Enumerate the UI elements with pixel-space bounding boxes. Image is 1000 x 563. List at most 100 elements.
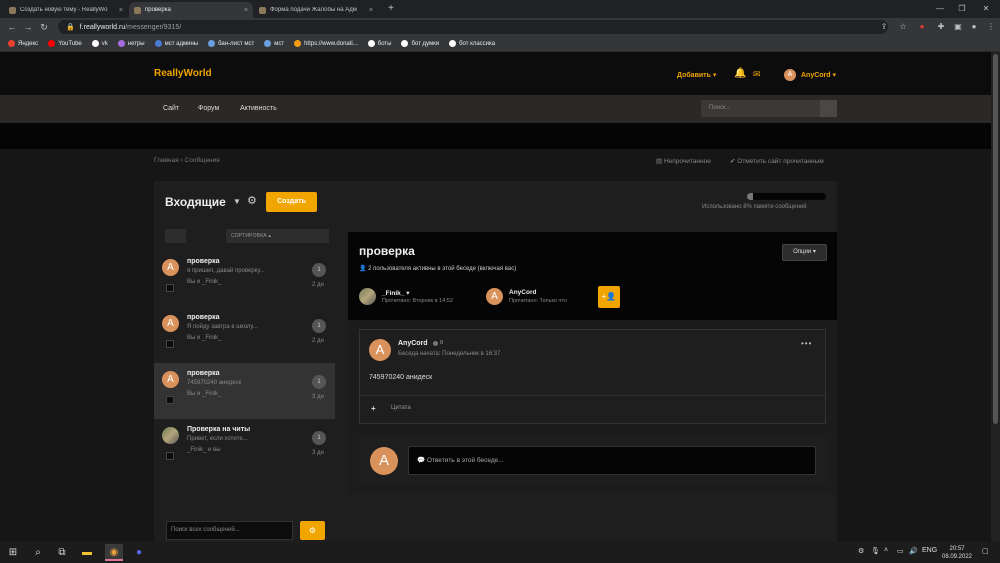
discord-icon[interactable]: ● (130, 544, 148, 561)
clock-time: 20:57 (949, 546, 965, 552)
bookmark-item[interactable]: Яндекс (8, 40, 38, 47)
search-icon[interactable]: ⌕ (29, 544, 47, 561)
unread-link[interactable]: ▤ Непрочитанное (656, 157, 711, 165)
reply-input[interactable]: 💬 Ответить в этой беседе... (408, 446, 816, 475)
address-bar[interactable]: 🔒 f.reallyworld.ru/messenger/9315/ (58, 20, 888, 34)
nav-forum[interactable]: Форум (198, 105, 219, 112)
browser-tab-3[interactable]: Форма подачи Жалобы на Адм × (254, 2, 378, 18)
mail-icon[interactable]: ✉ (753, 69, 761, 80)
user-menu[interactable]: AnyCord ▾ (801, 71, 836, 79)
conversation-item[interactable]: A проверка Я пойду завтра в школу... Вы … (154, 307, 335, 363)
plus-icon[interactable]: + (371, 404, 376, 413)
select-all-checkbox[interactable] (165, 229, 186, 243)
conversation-age: 3 дн (312, 450, 324, 456)
share-icon[interactable]: ⇪ (878, 21, 890, 33)
site-search-input[interactable]: Поиск... (701, 100, 837, 117)
participant-name[interactable]: AnyCord (509, 289, 536, 296)
bookmark-item[interactable]: нетры (117, 40, 145, 47)
bookmark-item[interactable]: мст (264, 40, 284, 47)
forward-icon[interactable]: → (22, 21, 34, 33)
nav-activity[interactable]: Активность (240, 105, 277, 112)
clock[interactable]: 20:57 08.09.2022 (940, 545, 974, 561)
microphone-icon[interactable]: 🎙 (871, 547, 880, 555)
online-indicator-icon (433, 341, 438, 346)
bell-icon[interactable]: 🔔 (734, 68, 746, 79)
chrome-icon[interactable]: ◉ (105, 544, 123, 561)
avatar[interactable]: A (784, 69, 796, 81)
windows-start-icon[interactable]: ⊞ (4, 544, 22, 561)
window-close-icon[interactable]: ✕ (976, 0, 996, 18)
search-messages-input[interactable]: Поиск всех сообщений... (166, 521, 293, 540)
message-author[interactable]: AnyCord (398, 340, 428, 347)
create-button[interactable]: Создать (266, 192, 317, 212)
memory-usage-label: Использовано 8% памяти сообщений (702, 204, 807, 210)
breadcrumb[interactable]: Главная › Сообщения (154, 157, 220, 164)
browser-tab-2[interactable]: проверка × (129, 2, 253, 18)
browser-tab-1[interactable]: Создать новую тему - ReallyWo × (4, 2, 128, 18)
mark-read-link[interactable]: ✔ Отметить сайт прочитанным (730, 157, 824, 165)
scrollbar-thumb[interactable] (993, 54, 998, 424)
conversation-item[interactable]: Проверка на читы Привет, если хотите... … (154, 419, 335, 475)
site-logo[interactable]: ReallyWorld (154, 68, 212, 79)
conversation-title[interactable]: проверка (187, 258, 220, 265)
conversation-checkbox[interactable] (166, 284, 174, 292)
restore-icon[interactable]: ❐ (952, 0, 972, 18)
search-messages-button[interactable]: ⚙ (300, 521, 325, 540)
sidepanel-icon[interactable]: ▣ (952, 21, 964, 33)
avatar[interactable]: A (486, 288, 503, 305)
bookmark-star-icon[interactable]: ☆ (897, 21, 909, 33)
bookmark-item[interactable]: бот думки (401, 40, 439, 47)
task-view-icon[interactable]: ⧉ (53, 544, 71, 561)
profile-icon[interactable]: ● (968, 21, 980, 33)
bookmark-item[interactable]: vk (91, 40, 108, 47)
active-users: 👤 2 пользователя активны в этой беседе (… (359, 265, 516, 272)
participant-name[interactable]: _Finik_ ▾ (382, 289, 409, 297)
bookmark-item[interactable]: боты (367, 40, 391, 47)
options-button[interactable]: Опции ▾ (782, 244, 827, 261)
bookmark-item[interactable]: мст админы (154, 40, 198, 47)
more-icon[interactable]: ••• (801, 339, 812, 348)
participant-status: Прочитано: Вторник в 14:52 (382, 298, 453, 304)
volume-icon[interactable]: 🔊 (909, 547, 918, 555)
conversation-title[interactable]: Проверка на читы (187, 426, 250, 433)
search-icon[interactable] (820, 100, 837, 117)
reload-icon[interactable]: ↻ (38, 21, 50, 33)
new-tab-button[interactable]: + (386, 3, 396, 15)
quote-button[interactable]: Цитата (391, 405, 411, 411)
bookmark-item[interactable]: YouTube (48, 40, 82, 47)
bookmark-item[interactable]: бан-лист мст (208, 40, 254, 47)
conversation-title[interactable]: проверка (187, 370, 220, 377)
sort-dropdown[interactable]: СОРТИРОВКА ▴ (226, 229, 329, 243)
menu-icon[interactable]: ⋮ (985, 21, 997, 33)
notification-icon[interactable]: ▢ (982, 547, 989, 555)
avatar[interactable]: A (369, 339, 391, 361)
tray-icon[interactable]: ⚙ (858, 547, 864, 555)
file-explorer-icon[interactable]: ▬ (78, 544, 96, 561)
chevron-down-icon[interactable]: ▼ (233, 197, 241, 206)
avatar[interactable] (359, 288, 376, 305)
inbox-title[interactable]: Входящие (165, 195, 226, 209)
back-icon[interactable]: ← (6, 21, 18, 33)
add-menu-button[interactable]: Добавить ▾ (677, 71, 716, 79)
invite-button[interactable]: +👤 (598, 286, 620, 308)
nav-site[interactable]: Сайт (163, 105, 179, 112)
bookmark-item[interactable]: https://www.donati... (294, 40, 358, 47)
close-icon[interactable]: × (244, 7, 248, 14)
extension-icon[interactable]: ● (916, 21, 928, 33)
conversation-item[interactable]: A проверка я пришел, давай проверку... В… (154, 251, 335, 307)
puzzle-icon[interactable]: ✚ (935, 21, 947, 33)
chevron-up-icon[interactable]: ˄ (884, 547, 888, 554)
conversation-checkbox[interactable] (166, 452, 174, 460)
minimize-icon[interactable]: — (930, 0, 950, 18)
conversation-item-selected[interactable]: A проверка 745970240 анидеск Вы и _Finik… (154, 363, 335, 419)
conversation-title[interactable]: проверка (187, 314, 220, 321)
network-icon[interactable]: ▭ (897, 547, 904, 555)
conversation-checkbox[interactable] (166, 396, 174, 404)
gear-icon[interactable]: ⚙ (247, 194, 257, 207)
close-icon[interactable]: × (369, 7, 373, 14)
language-indicator[interactable]: ENG (922, 547, 937, 554)
tab-title: Создать новую тему - ReallyWo (20, 7, 108, 13)
conversation-checkbox[interactable] (166, 340, 174, 348)
close-icon[interactable]: × (119, 7, 123, 14)
bookmark-item[interactable]: бот классика (449, 40, 495, 47)
